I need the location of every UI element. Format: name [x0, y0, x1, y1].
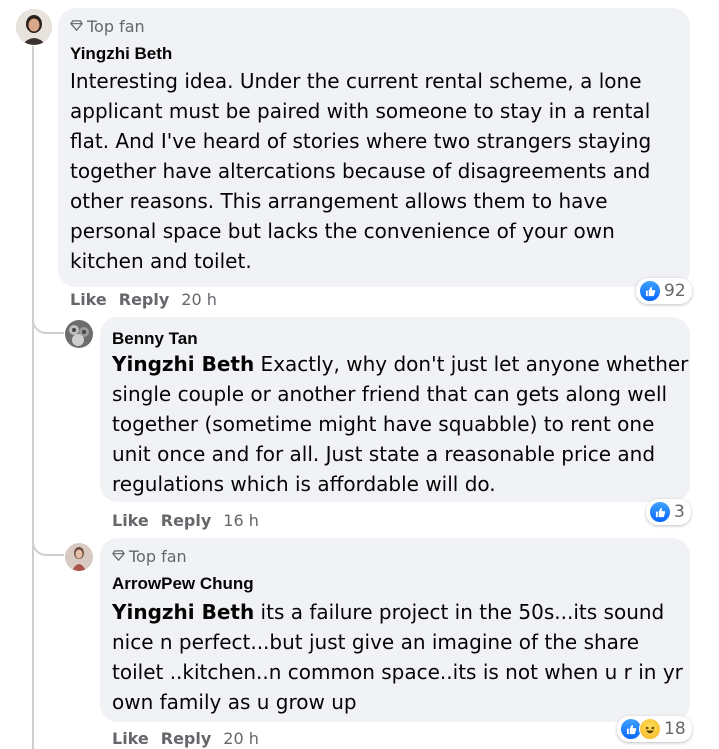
diamond-icon — [112, 547, 125, 567]
timestamp[interactable]: 20 h — [223, 729, 259, 749]
avatar-photo — [65, 320, 93, 348]
comment-actions: Like Reply 16 h — [112, 511, 259, 531]
reaction-summary[interactable]: 92 — [636, 278, 692, 304]
badge-label: Top fan — [87, 17, 145, 36]
badge-label: Top fan — [129, 547, 187, 566]
comment-bubble: Top fan Yingzhi Beth Interesting idea. U… — [58, 8, 690, 287]
comment-text: Yingzhi Beth its a failure project in th… — [112, 600, 683, 714]
comment-actions: Like Reply 20 h — [112, 729, 259, 749]
like-icon — [649, 501, 671, 523]
avatar[interactable] — [16, 9, 52, 45]
timestamp[interactable]: 20 h — [181, 290, 217, 310]
timestamp[interactable]: 16 h — [223, 511, 259, 531]
comment-text: Yingzhi Beth Exactly, why don't just let… — [112, 352, 689, 496]
comment-bubble: Top fan ArrowPew Chung Yingzhi Beth its … — [100, 538, 690, 722]
comment-text: Interesting idea. Under the current rent… — [70, 69, 652, 273]
diamond-icon — [70, 17, 83, 37]
avatar-photo — [65, 543, 93, 571]
comment-actions: Like Reply 20 h — [70, 290, 217, 310]
reply-button[interactable]: Reply — [161, 729, 212, 749]
mention-link[interactable]: Yingzhi Beth — [112, 352, 254, 376]
avatar-photo — [16, 9, 52, 45]
avatar[interactable] — [65, 320, 93, 348]
avatar[interactable] — [65, 543, 93, 571]
reply-button[interactable]: Reply — [119, 290, 170, 310]
mention-link[interactable]: Yingzhi Beth — [112, 600, 254, 624]
top-fan-badge: Top fan — [112, 547, 187, 567]
like-button[interactable]: Like — [112, 511, 149, 531]
comment-author[interactable]: ArrowPew Chung — [112, 573, 254, 595]
reply-connector — [32, 308, 64, 334]
like-icon — [639, 280, 661, 302]
reaction-summary[interactable]: 3 — [646, 499, 691, 525]
reaction-count: 18 — [664, 719, 686, 739]
haha-icon — [639, 718, 661, 740]
comment-bubble: Benny Tan Yingzhi Beth Exactly, why don'… — [100, 317, 690, 502]
like-button[interactable]: Like — [70, 290, 107, 310]
top-fan-badge: Top fan — [70, 17, 145, 37]
reaction-count: 92 — [664, 281, 686, 301]
reply-button[interactable]: Reply — [161, 511, 212, 531]
thread-line — [32, 46, 34, 749]
comment-author[interactable]: Yingzhi Beth — [70, 43, 172, 65]
reaction-summary[interactable]: 18 — [617, 716, 692, 742]
reaction-count: 3 — [674, 502, 685, 522]
reply-connector — [32, 520, 64, 556]
comment-author[interactable]: Benny Tan — [112, 328, 198, 350]
like-button[interactable]: Like — [112, 729, 149, 749]
